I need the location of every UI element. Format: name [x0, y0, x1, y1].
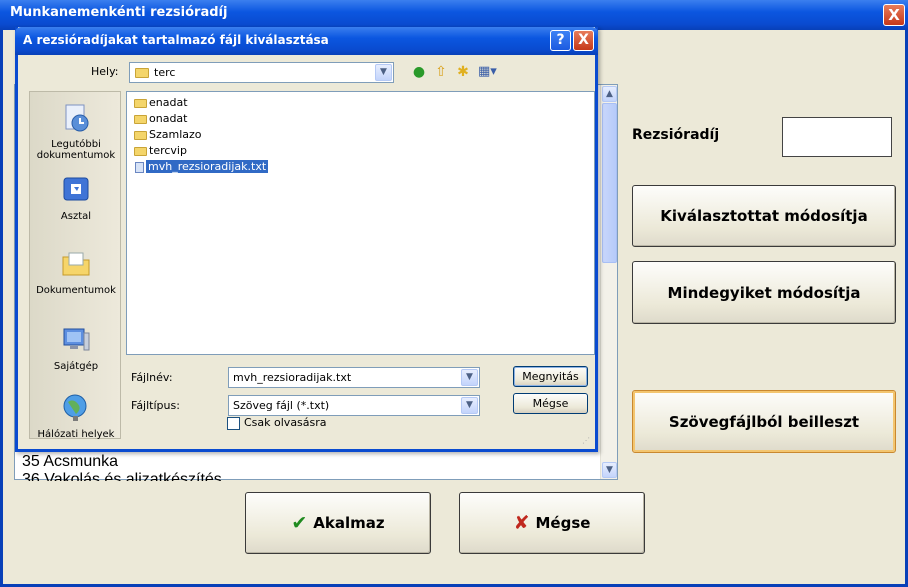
up-folder-icon[interactable]: ⇧ [432, 63, 450, 81]
documents-folder-icon [62, 252, 90, 276]
modify-all-button[interactable]: Mindegyiket módosítja [632, 261, 896, 324]
dialog-titlebar[interactable]: A rezsióradíjakat tartalmazó fájl kivála… [15, 27, 598, 55]
place-desktop[interactable]: Asztal [30, 174, 122, 222]
back-icon[interactable]: ● [410, 63, 428, 81]
main-title: Munkanemenkénti rezsióradíj [10, 5, 228, 20]
folder-icon [135, 68, 149, 78]
paste-from-text-button[interactable]: Szövegfájlból beilleszt [632, 390, 896, 453]
main-cancel-label: Mégse [535, 514, 591, 532]
folder-icon [134, 130, 147, 140]
filename-value: mvh_rezsioradijak.txt [233, 371, 352, 384]
readonly-label: Csak olvasásra [244, 416, 327, 429]
file-open-dialog: A rezsióradíjakat tartalmazó fájl kivála… [15, 27, 598, 452]
location-label: Hely: [91, 65, 119, 78]
folder-icon [134, 98, 147, 108]
chevron-down-icon[interactable]: ▼ [375, 64, 392, 81]
file-list[interactable]: enadat onadat Szamlazo tercvip mvh_rezsi… [126, 91, 595, 355]
x-icon: ✘ [513, 512, 530, 534]
place-label: Hálózati helyek [37, 429, 115, 440]
folder-icon [134, 146, 147, 156]
scroll-up-icon[interactable]: ▲ [602, 86, 617, 102]
modify-selected-button[interactable]: Kiválasztottat módosítja [632, 185, 896, 247]
place-documents[interactable]: Dokumentumok [30, 248, 122, 296]
checkmark-icon: ✔ [291, 512, 308, 534]
dialog-cancel-button[interactable]: Mégse [513, 393, 588, 414]
filename-combo[interactable]: mvh_rezsioradijak.txt ▼ [228, 367, 480, 388]
readonly-checkbox[interactable]: Csak olvasásra [227, 416, 327, 430]
file-item-enadat[interactable]: enadat [134, 96, 188, 109]
main-close-button[interactable]: X [883, 4, 905, 26]
place-network[interactable]: Hálózati helyek [30, 392, 122, 440]
filetype-combo[interactable]: Szöveg fájl (*.txt) ▼ [228, 395, 480, 416]
file-name: mvh_rezsioradijak.txt [146, 160, 269, 173]
file-item-mvh-rezsioradijak[interactable]: mvh_rezsioradijak.txt [134, 160, 269, 173]
resize-grip-icon[interactable]: ⋰ [582, 436, 592, 446]
rezsi-label: Rezsióradíj [632, 127, 720, 143]
chevron-down-icon[interactable]: ▼ [461, 369, 478, 386]
view-menu-icon[interactable]: ▦▾ [478, 63, 497, 81]
place-label: Dokumentumok [36, 285, 116, 296]
paste-from-text-label: Szövegfájlból beilleszt [668, 412, 860, 431]
filetype-value: Szöveg fájl (*.txt) [233, 399, 330, 412]
file-item-szamlazo[interactable]: Szamlazo [134, 128, 202, 141]
file-name: onadat [149, 112, 188, 125]
scroll-down-icon[interactable]: ▼ [602, 462, 617, 478]
place-computer[interactable]: Sajátgép [30, 324, 122, 372]
place-label: Sajátgép [53, 361, 99, 372]
chevron-down-icon[interactable]: ▼ [461, 397, 478, 414]
computer-icon [63, 328, 90, 351]
main-titlebar: Munkanemenkénti rezsióradíj X [0, 0, 908, 30]
folder-icon [134, 114, 147, 124]
checkbox-box[interactable] [227, 416, 240, 430]
place-label: Legutóbbi dokumentumok [36, 139, 116, 161]
file-item-onadat[interactable]: onadat [134, 112, 187, 125]
location-value: terc [154, 66, 176, 79]
open-button[interactable]: Megnyitás [513, 366, 588, 387]
recent-documents-icon [65, 104, 89, 132]
list-item[interactable]: 35 Acsmunka [22, 453, 118, 471]
apply-button[interactable]: ✔ Akalmaz [245, 492, 431, 554]
help-button[interactable]: ? [550, 30, 571, 51]
file-item-tercvip[interactable]: tercvip [134, 144, 187, 157]
apply-label: Akalmaz [313, 514, 385, 532]
place-label: Asztal [60, 211, 92, 222]
scroll-thumb[interactable] [602, 103, 617, 263]
file-name: Szamlazo [149, 128, 202, 141]
filetype-label: Fájltípus: [131, 399, 180, 412]
modify-selected-label: Kiválasztottat módosítja [660, 207, 868, 225]
file-name: enadat [149, 96, 188, 109]
new-folder-icon[interactable]: ✱ [454, 63, 472, 81]
modify-all-label: Mindegyiket módosítja [667, 283, 861, 302]
filename-label: Fájlnév: [131, 371, 173, 384]
list-scrollbar[interactable]: ▲ ▼ [600, 85, 617, 479]
location-combo[interactable]: terc ▼ [129, 62, 394, 83]
desktop-icon [63, 177, 89, 201]
main-cancel-button[interactable]: ✘ Mégse [459, 492, 645, 554]
dialog-title: A rezsióradíjakat tartalmazó fájl kivála… [23, 33, 329, 47]
place-recent[interactable]: Legutóbbi dokumentumok [30, 102, 122, 161]
network-places-icon [63, 394, 87, 421]
dialog-close-button[interactable]: X [573, 30, 594, 51]
text-file-icon [135, 161, 144, 173]
places-bar: Legutóbbi dokumentumok Asztal Dokumentum… [29, 91, 122, 440]
list-item[interactable]: 36 Vakolás és aljzatkészítés [22, 471, 222, 481]
rezsi-input[interactable] [782, 117, 892, 157]
file-name: tercvip [149, 144, 187, 157]
